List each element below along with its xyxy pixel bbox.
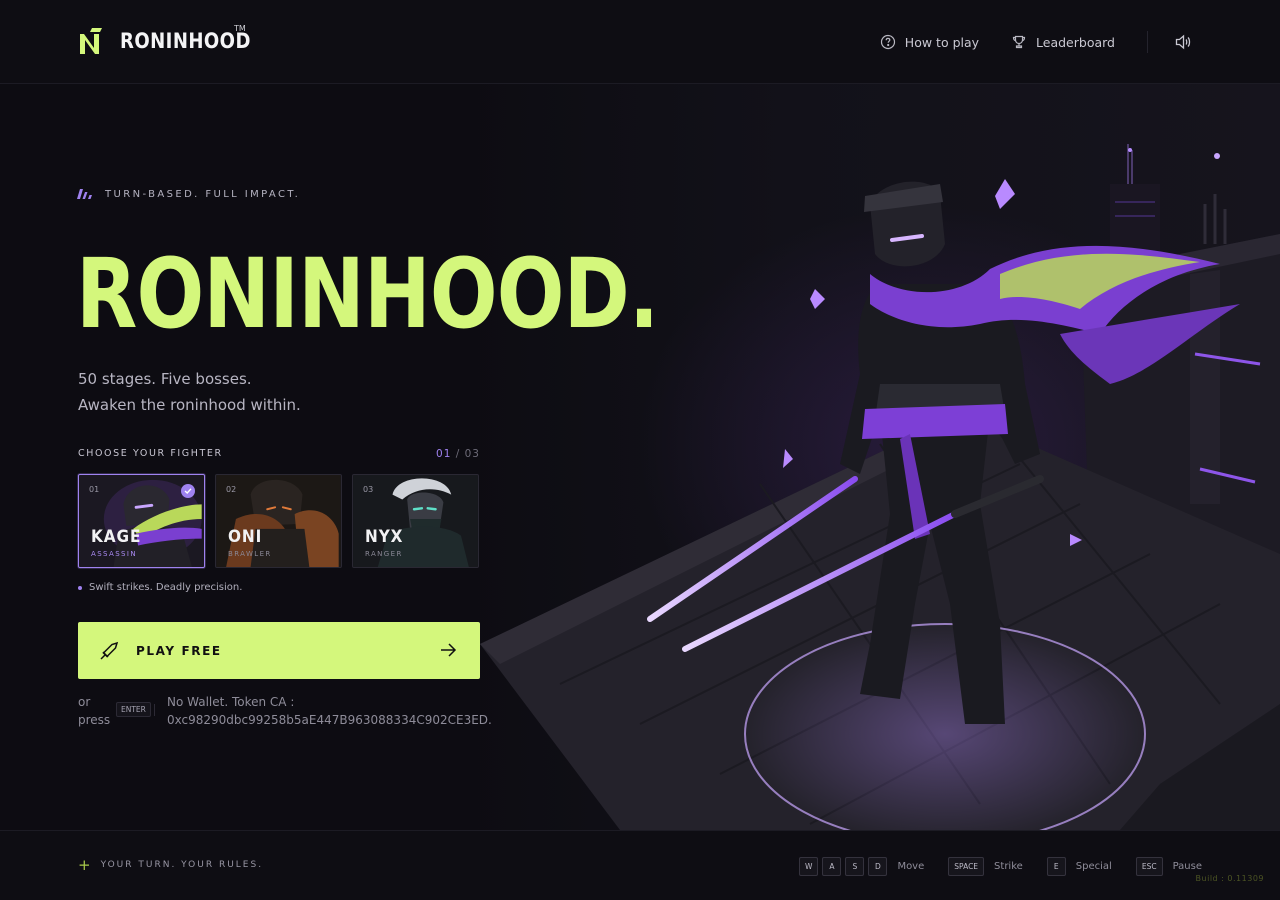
or-press-text: or press (78, 693, 110, 729)
keyboard-hint-row: or press ENTER No Wallet. Token CA : 0xc… (78, 692, 492, 729)
speaker-icon[interactable] (1174, 33, 1192, 51)
hint-divider (154, 704, 155, 716)
hero-subtitle: 50 stages. Five bosses. Awaken the ronin… (78, 366, 301, 418)
top-nav: How to play Leaderboard (880, 30, 1192, 54)
fighter-role: RANGER (365, 550, 403, 558)
footer-slogan: + YOUR TURN. YOUR RULES. (78, 856, 264, 874)
fighter-select-header: CHOOSE YOUR FIGHTER 01 / 03 (78, 448, 480, 462)
controls-legend: W A S D Move SPACE Strike E Special ESC … (799, 857, 1202, 876)
fighter-counter-total: 03 (464, 448, 480, 460)
slash-marks-icon (77, 189, 92, 199)
fighter-card-kage[interactable]: 01 KAGE ASSASSIN (78, 474, 205, 568)
press-text: press (78, 713, 111, 727)
trademark-sign: TM (234, 24, 246, 33)
brand-logo[interactable]: RONINHOOD TM (78, 24, 272, 56)
control-pause: ESC Pause (1135, 857, 1202, 876)
control-strike-label: Strike (994, 861, 1023, 872)
sword-icon (100, 641, 119, 660)
control-special-label: Special (1075, 861, 1112, 872)
ninja-rooftop-art (480, 144, 1280, 830)
fighter-number: 03 (363, 485, 374, 494)
key-space: SPACE (948, 857, 985, 876)
hero-ninja-illustration (460, 84, 1280, 830)
fighter-role: BRAWLER (228, 550, 272, 558)
hero-subtitle-line-2: Awaken the roninhood within. (78, 396, 301, 414)
play-free-label: PLAY FREE (136, 643, 222, 658)
key-e: E (1046, 857, 1066, 876)
enter-key-badge: ENTER (116, 702, 151, 717)
selected-check-icon (181, 484, 195, 498)
key-s: S (845, 857, 865, 876)
nav-leaderboard[interactable]: Leaderboard (1011, 34, 1115, 50)
fighter-description: Swift strikes. Deadly precision. (78, 582, 242, 593)
token-info: No Wallet. Token CA : 0xc98290dbc99258b5… (167, 693, 492, 729)
control-special: E Special (1046, 857, 1112, 876)
build-version: Build : 0.11309 (1195, 874, 1264, 883)
nav-leaderboard-label: Leaderboard (1036, 34, 1115, 50)
fighter-card-oni[interactable]: 02 ONI BRAWLER (215, 474, 342, 568)
control-move: W A S D Move (799, 857, 924, 876)
nav-divider (1147, 31, 1148, 53)
top-bar: RONINHOOD TM How to play Leaderboard (0, 0, 1280, 84)
hero-subtitle-line-1: 50 stages. Five bosses. (78, 370, 252, 388)
key-d: D (868, 857, 888, 876)
trophy-icon (1012, 35, 1026, 49)
fighter-role: ASSASSIN (91, 550, 137, 558)
fighter-select-label: CHOOSE YOUR FIGHTER (78, 448, 223, 459)
bullet-dot-icon (78, 585, 82, 590)
token-contract-address[interactable]: 0xc98290dbc99258b5aE447B963088334C902CE3… (167, 711, 492, 729)
play-free-button[interactable]: PLAY FREE (78, 622, 480, 679)
fighter-name: ONI (228, 527, 263, 547)
bottom-bar: + YOUR TURN. YOUR RULES. W A S D Move SP… (0, 830, 1280, 900)
arrow-right-icon (441, 643, 457, 657)
nav-how-to-play[interactable]: How to play (880, 34, 979, 50)
fighter-card-nyx[interactable]: 03 NYX RANGER (352, 474, 479, 568)
fighter-name: KAGE (91, 527, 142, 547)
brand-name: RONINHOOD (120, 29, 251, 53)
hero-tagline: TURN-BASED. FULL IMPACT. (77, 188, 300, 200)
footer-slogan-text: YOUR TURN. YOUR RULES. (100, 860, 264, 870)
or-text: or (78, 695, 91, 709)
nav-how-to-play-label: How to play (904, 34, 980, 50)
key-a: A (822, 857, 842, 876)
control-pause-label: Pause (1172, 861, 1202, 872)
fighter-name: NYX (365, 527, 404, 547)
hero-title: RONINHOOD. (76, 238, 659, 350)
key-w: W (799, 857, 819, 876)
fighter-counter-current: 01 (436, 448, 452, 460)
fighter-counter-separator: / (451, 448, 465, 460)
help-circle-icon (880, 34, 895, 50)
plus-icon: + (78, 856, 91, 874)
key-esc: ESC (1135, 857, 1163, 876)
fighter-number: 01 (89, 485, 100, 494)
fighter-counter: 01 / 03 (436, 448, 480, 460)
fighter-number: 02 (226, 485, 237, 494)
fighter-cards: 01 KAGE ASSASSIN 02 ONI BRAWLER 03 NYX R… (78, 474, 479, 568)
fighter-description-text: Swift strikes. Deadly precision. (89, 582, 243, 593)
control-move-label: Move (897, 861, 925, 872)
control-strike: SPACE Strike (948, 857, 1023, 876)
no-wallet-text: No Wallet. Token CA : (167, 695, 295, 709)
logo-mark-icon (80, 28, 102, 54)
tagline-text: TURN-BASED. FULL IMPACT. (105, 188, 301, 200)
